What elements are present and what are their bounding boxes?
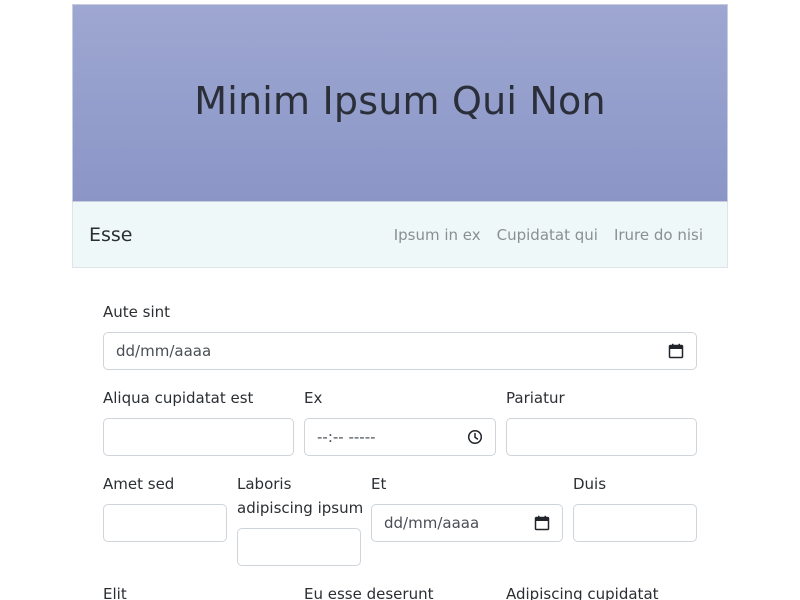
calendar-icon[interactable] [668, 343, 684, 359]
duis-input[interactable] [573, 504, 697, 542]
aliqua-cupidatat-est-input[interactable] [103, 418, 294, 456]
date-placeholder: dd/mm/aaaa [116, 342, 212, 360]
laboris-label-line2: adipiscing ipsum [237, 499, 364, 517]
amet-sed-input[interactable] [103, 504, 227, 542]
pariatur-input[interactable] [506, 418, 697, 456]
pariatur-label: Pariatur [506, 389, 565, 407]
navbar: Esse Ipsum in ex Cupidatat qui Irure do … [72, 202, 728, 268]
page-title: Minim Ipsum Qui Non [194, 79, 606, 123]
nav-link-irure-do-nisi[interactable]: Irure do nisi [614, 226, 703, 244]
navbar-brand[interactable]: Esse [89, 224, 133, 246]
ex-label: Ex [304, 389, 323, 407]
nav-links: Ipsum in ex Cupidatat qui Irure do nisi [394, 226, 703, 244]
amet-sed-label: Amet sed [103, 475, 175, 493]
nav-link-ipsum-in-ex[interactable]: Ipsum in ex [394, 226, 481, 244]
aute-sint-date-input[interactable]: dd/mm/aaaa [103, 332, 697, 370]
hero-banner: Minim Ipsum Qui Non [72, 4, 728, 202]
clock-icon[interactable] [467, 429, 483, 445]
ex-time-input[interactable]: --:-- ----- [304, 418, 496, 456]
aliqua-cupidatat-est-label: Aliqua cupidatat est [103, 389, 254, 407]
calendar-icon[interactable] [534, 515, 550, 531]
et-date-input[interactable]: dd/mm/aaaa [371, 504, 563, 542]
elit-label: Elit [103, 585, 127, 600]
adipiscing-cupidatat-label: Adipiscing cupidatat [506, 585, 659, 600]
laboris-label-line1: Laboris [237, 475, 292, 493]
et-label: Et [371, 475, 387, 493]
aute-sint-label: Aute sint [103, 303, 171, 321]
nav-link-cupidatat-qui[interactable]: Cupidatat qui [497, 226, 598, 244]
time-placeholder: --:-- ----- [317, 428, 376, 446]
laboris-adipiscing-ipsum-input[interactable] [237, 528, 361, 566]
duis-label: Duis [573, 475, 607, 493]
eu-esse-deserunt-label: Eu esse deserunt [304, 585, 434, 600]
date-placeholder: dd/mm/aaaa [384, 514, 480, 532]
